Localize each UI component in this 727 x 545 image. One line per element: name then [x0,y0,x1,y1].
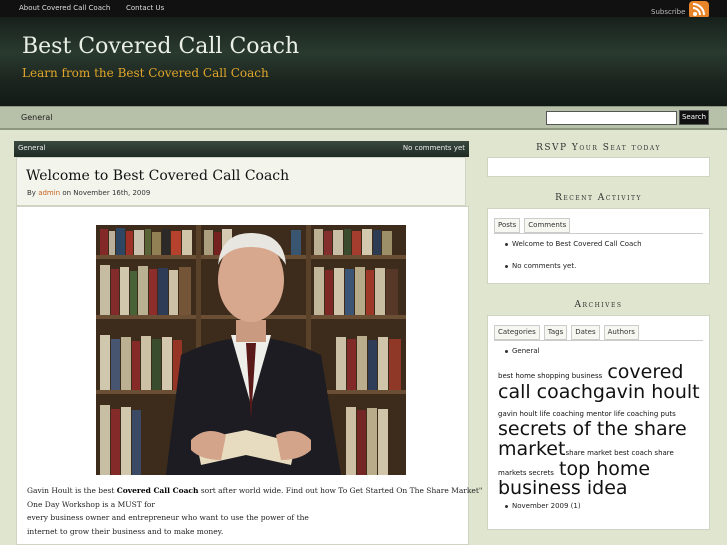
recent-tabs: Posts Comments [494,218,571,233]
post-paragraph-3: every business owner and entrepreneur wh… [27,513,309,522]
archives-heading: Archives [574,300,623,310]
post-author-link[interactable]: admin [38,189,60,197]
search-input[interactable] [546,111,677,125]
site-tagline: Learn from the Best Covered Call Coach [22,66,269,80]
recent-activity-box: Posts Comments Welcome to Best Covered C… [487,208,710,284]
archives-tabs: Categories Tags Dates Authors [494,325,639,340]
top-bar: About Covered Call Coach Contact Us [0,0,727,17]
recent-item-post[interactable]: Welcome to Best Covered Call Coach [505,240,642,248]
nav-link-contact[interactable]: Contact Us [126,4,164,12]
post-meta: By admin on November 16th, 2009 [27,189,150,197]
archive-category-general[interactable]: General [505,347,540,355]
post-body-text: Gavin Hoult is the best Covered Call Coa… [27,484,483,538]
post-content: Gavin Hoult is the best Covered Call Coa… [16,206,483,545]
post-paragraph-1: Gavin Hoult is the best Covered Call Coa… [27,486,483,495]
post-meta-by: By [27,189,36,197]
category-nav: General Search [0,106,727,130]
tag-link[interactable]: best home shopping business [498,372,602,380]
video-thumbnail-icon [96,225,406,475]
tab-divider [494,340,703,341]
tab-tags[interactable]: Tags [543,325,568,340]
recent-item-comment: No comments yet. [504,262,577,270]
tab-dates[interactable]: Dates [571,325,600,340]
nav-item-general[interactable]: General [21,113,53,122]
post-title[interactable]: Welcome to Best Covered Call Coach [26,168,289,184]
tab-categories[interactable]: Categories [494,325,540,340]
rsvp-box [487,157,710,177]
tab-posts[interactable]: Posts [494,218,521,233]
archives-box: Categories Tags Dates Authors General be… [487,315,710,530]
tag-link[interactable]: gavin hoult [593,381,700,403]
tag-link[interactable]: top home business idea [498,458,650,500]
nav-link-about[interactable]: About Covered Call Coach [19,4,110,12]
post-info-bar: General No comments yet [14,141,469,157]
post-keyword-bold: Covered Call Coach [116,486,199,495]
post-category-link[interactable]: General [18,144,46,152]
post-paragraph-2: One Day Workshop is a MUST for [27,499,156,509]
tag-cloud: best home shopping business covered call… [498,362,703,500]
tab-comments[interactable]: Comments [524,218,571,233]
recent-activity-heading: Recent Activity [555,193,642,203]
tag-link[interactable]: gavin hoult life coaching mentor life co… [498,410,676,418]
site-header: Best Covered Call Coach Learn from the B… [0,17,727,106]
post-header: Welcome to Best Covered Call Coach By ad… [16,157,466,206]
post-paragraph-4: internet to grow their business and to m… [27,526,224,536]
tab-divider [494,233,703,234]
site-title[interactable]: Best Covered Call Coach [22,34,299,59]
search-button[interactable]: Search [679,110,709,125]
archive-date-november-2009[interactable]: November 2009 (1) [505,502,581,510]
post-date: on November 16th, 2009 [62,189,151,197]
subscribe-link[interactable]: Subscribe [651,8,685,16]
tab-authors[interactable]: Authors [603,325,639,340]
video-player[interactable] [96,225,406,475]
rsvp-heading: RSVP Your Seat today [536,143,661,153]
post-comments-link[interactable]: No comments yet [403,144,465,152]
